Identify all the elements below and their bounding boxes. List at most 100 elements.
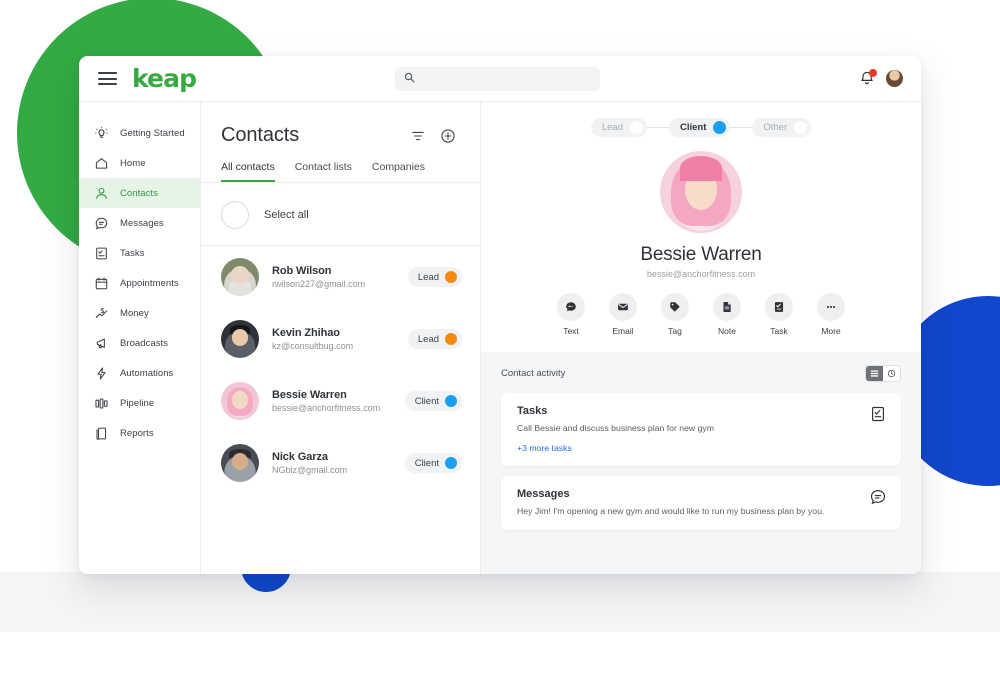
- contact-info: Nick Garza NGbiz@gmail.com: [272, 451, 392, 475]
- activity-card-body: Hey Jim! I'm opening a new gym and would…: [517, 505, 825, 516]
- person-icon: [94, 186, 109, 201]
- sidebar-item-getting-started[interactable]: Getting Started: [79, 118, 200, 148]
- tab-companies[interactable]: Companies: [372, 161, 425, 182]
- toggle-option-label: Lead: [601, 122, 623, 133]
- notification-badge: [869, 69, 877, 77]
- sidebar-item-broadcasts[interactable]: Broadcasts: [79, 328, 200, 358]
- money-chart-icon: [94, 306, 109, 321]
- toggle-option-client[interactable]: Client: [668, 118, 731, 137]
- avatar[interactable]: [886, 70, 903, 87]
- status-badge-dot: [445, 333, 457, 345]
- search-bar[interactable]: [395, 66, 600, 91]
- sidebar-item-label: Home: [120, 157, 146, 169]
- search-input[interactable]: [421, 73, 591, 84]
- bell-icon[interactable]: [859, 69, 877, 87]
- action-tag[interactable]: Tag: [656, 293, 694, 336]
- more-tasks-link[interactable]: +3 more tasks: [517, 443, 859, 453]
- sidebar-item-contacts[interactable]: Contacts: [79, 178, 200, 208]
- action-label: Task: [770, 326, 788, 336]
- sidebar-item-label: Appointments: [120, 277, 179, 289]
- profile-email: bessie@anchorfitness.com: [646, 269, 756, 279]
- contact-info: Bessie Warren bessie@anchorfitness.com: [272, 389, 392, 413]
- tab-contact-lists[interactable]: Contact lists: [295, 161, 352, 182]
- sidebar-item-automations[interactable]: Automations: [79, 358, 200, 388]
- contact-name: Bessie Warren: [272, 389, 347, 401]
- filter-icon[interactable]: [410, 128, 426, 144]
- sidebar-item-label: Tasks: [120, 247, 145, 259]
- sidebar-item-label: Broadcasts: [120, 337, 169, 349]
- activity-card-tasks[interactable]: Tasks Call Bessie and discuss business p…: [501, 393, 901, 466]
- sidebar-item-messages[interactable]: Messages: [79, 208, 200, 238]
- tab-all-contacts[interactable]: All contacts: [221, 161, 275, 182]
- toggle-option-other[interactable]: Other: [752, 118, 812, 137]
- status-badge-label: Lead: [417, 333, 439, 345]
- hamburger-icon[interactable]: [98, 72, 117, 85]
- window-body: Getting Started Home Contacts Messages T…: [79, 102, 921, 574]
- megaphone-icon: [94, 336, 109, 351]
- clock-view-icon[interactable]: [883, 366, 900, 381]
- action-note[interactable]: Note: [708, 293, 746, 336]
- list-item[interactable]: Kevin Zhihao kz@consultbug.com Lead: [201, 308, 480, 370]
- toggle-dot: [713, 121, 727, 134]
- list-view-icon[interactable]: [866, 366, 883, 381]
- status-badge[interactable]: Lead: [407, 267, 462, 287]
- contact-name: Kevin Zhihao: [272, 327, 340, 339]
- checklist-icon: [869, 405, 887, 423]
- toggle-option-lead[interactable]: Lead: [590, 118, 647, 137]
- sidebar: Getting Started Home Contacts Messages T…: [79, 102, 201, 574]
- pipeline-icon: [94, 396, 109, 411]
- activity-card-content: Messages Hey Jim! I'm opening a new gym …: [517, 488, 859, 518]
- sidebar-item-tasks[interactable]: Tasks: [79, 238, 200, 268]
- activity-card-messages[interactable]: Messages Hey Jim! I'm opening a new gym …: [501, 475, 901, 531]
- contact-email: NGbiz@gmail.com: [272, 465, 348, 475]
- page-root: keap Getting Started Home Contacts Messa…: [0, 0, 1000, 681]
- contact-email: kz@consultbug.com: [272, 341, 354, 351]
- sidebar-item-reports[interactable]: Reports: [79, 418, 200, 448]
- contact-detail-header: Lead Client Other Bessie Warren bessie@a…: [481, 102, 921, 352]
- list-item[interactable]: Nick Garza NGbiz@gmail.com Client: [201, 432, 480, 494]
- profile-name: Bessie Warren: [640, 244, 762, 265]
- list-item[interactable]: Rob Wilson rwilson227@gmail.com Lead: [201, 246, 480, 308]
- status-badge-label: Lead: [417, 271, 439, 283]
- top-bar: keap: [79, 56, 921, 102]
- sidebar-item-money[interactable]: Money: [79, 298, 200, 328]
- status-badge[interactable]: Lead: [407, 329, 462, 349]
- contact-name: Nick Garza: [272, 451, 328, 463]
- action-task[interactable]: Task: [760, 293, 798, 336]
- select-all-row[interactable]: Select all: [201, 183, 480, 246]
- tag-icon: [661, 293, 689, 321]
- sidebar-item-home[interactable]: Home: [79, 148, 200, 178]
- action-more[interactable]: More: [812, 293, 850, 336]
- avatar: [221, 444, 259, 482]
- sidebar-item-label: Pipeline: [120, 397, 155, 409]
- toggle-option-label: Other: [763, 122, 788, 133]
- status-badge[interactable]: Client: [404, 391, 462, 411]
- sidebar-item-label: Reports: [120, 427, 154, 439]
- sidebar-item-appointments[interactable]: Appointments: [79, 268, 200, 298]
- chat-bubble-icon: [869, 488, 887, 506]
- toggle-option-label: Client: [679, 122, 707, 133]
- status-badge-dot: [445, 395, 457, 407]
- keap-logo: keap: [132, 64, 197, 93]
- chat-bubble-icon: [94, 216, 109, 231]
- contacts-tabs: All contacts Contact lists Companies: [201, 147, 480, 183]
- contact-list: Rob Wilson rwilson227@gmail.com Lead Kev…: [201, 246, 480, 574]
- list-item[interactable]: Bessie Warren bessie@anchorfitness.com C…: [201, 370, 480, 432]
- contacts-panel: Contacts All contacts Contact lists Comp…: [201, 102, 481, 574]
- chat-bubble-icon: [557, 293, 585, 321]
- select-all-checkbox[interactable]: [221, 201, 249, 229]
- action-text[interactable]: Text: [552, 293, 590, 336]
- lightning-icon: [94, 366, 109, 381]
- home-icon: [94, 156, 109, 171]
- status-badge[interactable]: Client: [404, 453, 462, 473]
- sidebar-item-pipeline[interactable]: Pipeline: [79, 388, 200, 418]
- activity-view-toggle: [865, 365, 901, 382]
- avatar: [221, 258, 259, 296]
- contact-email: rwilson227@gmail.com: [272, 279, 366, 289]
- action-email[interactable]: Email: [604, 293, 642, 336]
- activity-card-title: Messages: [517, 487, 570, 500]
- avatar: [221, 320, 259, 358]
- action-label: More: [821, 326, 841, 336]
- add-circle-icon[interactable]: [440, 128, 456, 144]
- contact-name: Rob Wilson: [272, 265, 332, 277]
